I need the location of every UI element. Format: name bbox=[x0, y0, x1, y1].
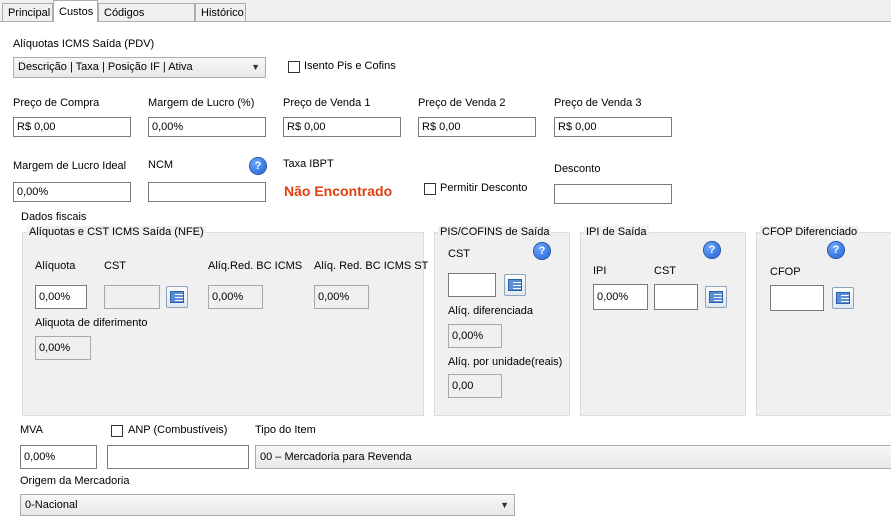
preco-venda2-label: Preço de Venda 2 bbox=[418, 97, 506, 109]
ipi-field[interactable]: 0,00% bbox=[593, 284, 648, 310]
permitir-desconto-label: Permitir Desconto bbox=[440, 182, 528, 194]
ncm-field[interactable] bbox=[148, 182, 266, 202]
pis-cst-label: CST bbox=[448, 248, 470, 260]
pis-unid-label: Alíq. por unidade(reais) bbox=[448, 356, 563, 368]
tab-custos[interactable]: Custos bbox=[53, 0, 98, 22]
chevron-down-icon: ▼ bbox=[251, 62, 260, 72]
cfop-help-icon[interactable]: ? bbox=[828, 242, 844, 258]
taxa-ibpt-label: Taxa IBPT bbox=[283, 158, 334, 170]
ipi-cst-field[interactable] bbox=[654, 284, 698, 310]
red-bc-label: Alíq.Red. BC ICMS bbox=[208, 260, 303, 272]
red-bc-field[interactable]: 0,00% bbox=[208, 285, 263, 309]
cfop-label: CFOP bbox=[770, 266, 801, 278]
origem-label: Origem da Mercadoria bbox=[20, 475, 130, 487]
diferimento-field[interactable]: 0,00% bbox=[35, 336, 91, 360]
tipo-item-value: 00 – Mercadoria para Revenda bbox=[260, 451, 412, 463]
margem-ideal-field[interactable]: 0,00% bbox=[13, 182, 131, 202]
aliquota-field[interactable]: 0,00% bbox=[35, 285, 87, 309]
cfop-group bbox=[756, 232, 891, 416]
ibpt-status: Não Encontrado bbox=[284, 183, 393, 199]
pis-dif-field[interactable]: 0,00% bbox=[448, 324, 502, 348]
pis-help-icon[interactable]: ? bbox=[534, 243, 550, 259]
pis-cofins-title: PIS/COFINS de Saída bbox=[438, 226, 552, 238]
margem-lucro-label: Margem de Lucro (%) bbox=[148, 97, 255, 109]
ipi-label: IPI bbox=[593, 265, 607, 277]
ncm-help-icon[interactable]: ? bbox=[250, 158, 266, 174]
permitir-desconto-checkbox[interactable] bbox=[424, 183, 436, 195]
ipi-cst-lookup-button[interactable] bbox=[705, 286, 727, 308]
ipi-group bbox=[580, 232, 746, 416]
red-bc-st-label: Alíq. Red. BC ICMS ST bbox=[314, 260, 429, 272]
nfe-cst-lookup-button[interactable] bbox=[166, 286, 188, 308]
icms-pdv-select[interactable]: Descrição | Taxa | Posição IF | Ativa ▼ bbox=[13, 57, 266, 78]
custos-page: Alíquotas ICMS Saída (PDV) Descrição | T… bbox=[0, 21, 891, 521]
preco-compra-label: Preço de Compra bbox=[13, 97, 100, 109]
cfop-field[interactable] bbox=[770, 285, 824, 311]
aliquota-label: Alíquota bbox=[35, 260, 76, 272]
nfe-cst-label: CST bbox=[104, 260, 126, 272]
table-lookup-icon bbox=[709, 291, 723, 303]
preco-venda3-field[interactable]: R$ 0,00 bbox=[554, 117, 672, 137]
ipi-cst-label: CST bbox=[654, 265, 676, 277]
margem-lucro-field[interactable]: 0,00% bbox=[148, 117, 266, 137]
table-lookup-icon bbox=[170, 291, 184, 303]
cfop-title: CFOP Diferenciado bbox=[760, 226, 860, 238]
preco-venda2-field[interactable]: R$ 0,00 bbox=[418, 117, 536, 137]
isento-label: Isento Pis e Cofins bbox=[304, 60, 396, 72]
dados-fiscais-title: Dados fiscais bbox=[21, 211, 87, 223]
tab-codigos-auxiliares[interactable]: Códigos Auxiliares bbox=[98, 3, 195, 37]
origem-value: 0-Nacional bbox=[25, 499, 78, 511]
anp-checkbox[interactable] bbox=[111, 425, 123, 437]
ipi-title: IPI de Saída bbox=[584, 226, 649, 238]
nfe-cst-field[interactable] bbox=[104, 285, 160, 309]
tab-historico[interactable]: Histórico bbox=[195, 3, 246, 21]
preco-venda1-label: Preço de Venda 1 bbox=[283, 97, 371, 109]
nfe-group-title: Alíquotas e CST ICMS Saída (NFE) bbox=[27, 226, 206, 238]
table-lookup-icon bbox=[836, 292, 850, 304]
diferimento-label: Aliquota de diferimento bbox=[35, 317, 148, 329]
preco-compra-field[interactable]: R$ 0,00 bbox=[13, 117, 131, 137]
desconto-field[interactable] bbox=[554, 184, 672, 204]
table-lookup-icon bbox=[508, 279, 522, 291]
ipi-help-icon[interactable]: ? bbox=[704, 242, 720, 258]
icms-pdv-label: Alíquotas ICMS Saída (PDV) bbox=[13, 38, 155, 50]
cfop-lookup-button[interactable] bbox=[832, 287, 854, 309]
chevron-down-icon: ▼ bbox=[500, 500, 509, 510]
tipo-item-label: Tipo do Item bbox=[255, 424, 316, 436]
pis-cst-lookup-button[interactable] bbox=[504, 274, 526, 296]
mva-label: MVA bbox=[20, 424, 44, 436]
icms-pdv-value: Descrição | Taxa | Posição IF | Ativa bbox=[18, 61, 193, 73]
red-bc-st-field[interactable]: 0,00% bbox=[314, 285, 369, 309]
pis-dif-label: Alíq. diferenciada bbox=[448, 305, 533, 317]
ncm-label: NCM bbox=[148, 159, 174, 171]
desconto-label: Desconto bbox=[554, 163, 601, 175]
preco-venda3-label: Preço de Venda 3 bbox=[554, 97, 642, 109]
tipo-item-select[interactable]: 00 – Mercadoria para Revenda bbox=[255, 445, 891, 469]
mva-field[interactable]: 0,00% bbox=[20, 445, 97, 469]
isento-checkbox[interactable] bbox=[288, 61, 300, 73]
tab-principal[interactable]: Principal bbox=[2, 3, 53, 21]
margem-ideal-label: Margem de Lucro Ideal bbox=[13, 160, 127, 172]
preco-venda1-field[interactable]: R$ 0,00 bbox=[283, 117, 401, 137]
anp-label: ANP (Combustíveis) bbox=[128, 424, 228, 436]
origem-select[interactable]: 0-Nacional ▼ bbox=[20, 494, 515, 516]
pis-unid-field[interactable]: 0,00 bbox=[448, 374, 502, 398]
pis-cst-field[interactable] bbox=[448, 273, 496, 297]
anp-field[interactable] bbox=[107, 445, 249, 469]
tab-bar: Principal Custos Códigos Auxiliares Hist… bbox=[0, 0, 891, 37]
